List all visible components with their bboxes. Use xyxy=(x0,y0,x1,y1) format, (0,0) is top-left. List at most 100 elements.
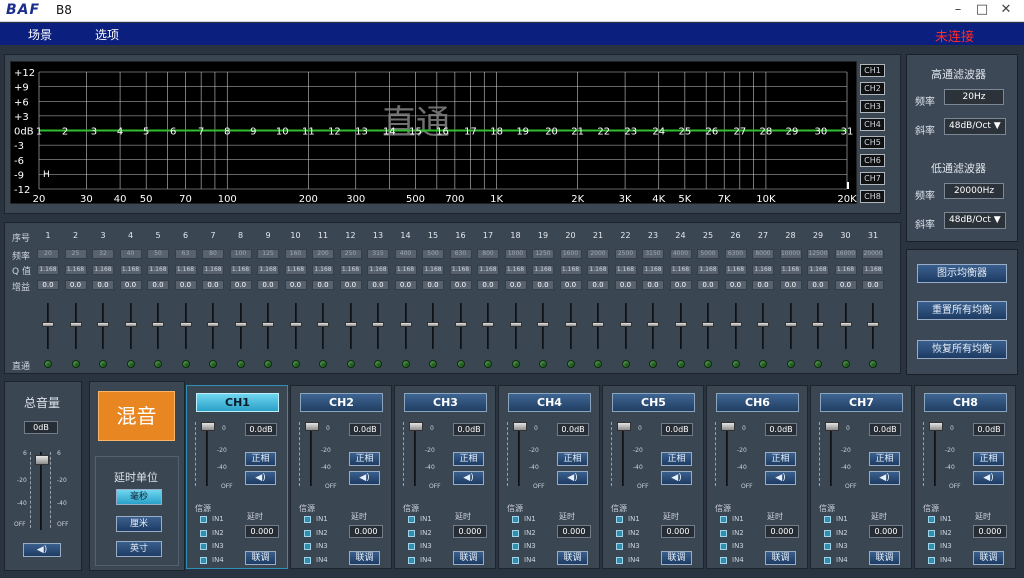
band-gain-field[interactable]: 0.0 xyxy=(532,280,554,290)
band-gain-field[interactable]: 0.0 xyxy=(257,280,279,290)
band-gain-field[interactable]: 0.0 xyxy=(92,280,114,290)
band-freq-field[interactable]: 50 xyxy=(147,249,169,259)
band-freq-field[interactable]: 25 xyxy=(64,249,87,259)
band-bypass-led[interactable] xyxy=(649,360,657,368)
band-q-field[interactable]: 1.168 xyxy=(504,265,527,275)
band-gain-slider-knob[interactable] xyxy=(509,322,522,327)
mix-button[interactable]: 混音 xyxy=(98,391,175,441)
band-bypass-led[interactable] xyxy=(346,360,355,368)
master-volume-knob[interactable] xyxy=(35,455,49,465)
band-gain-field[interactable]: 0.0 xyxy=(64,280,87,290)
band-bypass-led[interactable] xyxy=(429,360,437,368)
band-gain-field[interactable]: 0.0 xyxy=(779,280,802,290)
band-gain-slider-knob[interactable] xyxy=(647,322,659,327)
band-gain-field[interactable]: 0.0 xyxy=(477,280,499,290)
input-checkbox[interactable] xyxy=(616,516,623,523)
band-q-field[interactable]: 1.168 xyxy=(807,265,829,275)
band-freq-field[interactable]: 12500 xyxy=(807,249,829,259)
input-checkbox[interactable] xyxy=(824,529,831,537)
band-freq-field[interactable]: 40 xyxy=(119,249,142,259)
channel-toggle-ch1[interactable]: CH1 xyxy=(860,64,885,77)
input-checkbox[interactable] xyxy=(304,556,311,564)
channel-gain-value[interactable]: 0.0dB xyxy=(557,423,589,436)
channel-gain-value[interactable]: 0.0dB xyxy=(349,423,381,436)
band-freq-field[interactable]: 10000 xyxy=(779,249,802,259)
band-bypass-led[interactable] xyxy=(126,360,135,368)
restore-all-eq-button[interactable]: 恢复所有均衡 xyxy=(917,340,1007,359)
band-gain-field[interactable]: 0.0 xyxy=(559,280,582,290)
band-freq-field[interactable]: 500 xyxy=(422,249,444,259)
channel-toggle-ch6[interactable]: CH6 xyxy=(860,154,885,167)
band-freq-field[interactable]: 80 xyxy=(202,249,224,259)
band-gain-field[interactable]: 0.0 xyxy=(834,280,857,290)
input-checkbox[interactable] xyxy=(928,516,935,523)
channel-toggle-ch8[interactable]: CH8 xyxy=(860,190,885,203)
highpass-slope-select[interactable]: 48dB/Oct ▼ xyxy=(944,118,1006,135)
band-freq-field[interactable]: 16000 xyxy=(834,249,857,259)
band-freq-field[interactable]: 1250 xyxy=(532,249,554,259)
band-gain-slider-knob[interactable] xyxy=(262,322,274,327)
band-freq-field[interactable]: 20000 xyxy=(862,249,884,259)
band-bypass-led[interactable] xyxy=(566,360,575,368)
channel-gain-value[interactable]: 0.0dB xyxy=(245,423,277,436)
band-q-field[interactable]: 1.168 xyxy=(587,265,609,275)
band-q-field[interactable]: 1.168 xyxy=(37,265,59,275)
band-freq-field[interactable]: 3150 xyxy=(642,249,664,259)
band-gain-slider-knob[interactable] xyxy=(702,322,714,327)
band-q-field[interactable]: 1.168 xyxy=(284,265,307,275)
channel-fader-track[interactable] xyxy=(518,422,520,486)
band-q-field[interactable]: 1.168 xyxy=(394,265,417,275)
band-bypass-led[interactable] xyxy=(484,360,492,368)
band-q-field[interactable]: 1.168 xyxy=(779,265,802,275)
band-gain-slider-knob[interactable] xyxy=(454,322,467,327)
band-gain-field[interactable]: 0.0 xyxy=(752,280,774,290)
channel-mute-button[interactable]: ◀) xyxy=(245,471,276,485)
band-q-field[interactable]: 1.168 xyxy=(449,265,472,275)
phase-button[interactable]: 正相 xyxy=(349,452,380,466)
link-button[interactable]: 联调 xyxy=(973,551,1004,565)
band-gain-slider-knob[interactable] xyxy=(592,322,604,327)
band-q-field[interactable]: 1.168 xyxy=(422,265,444,275)
band-gain-slider-knob[interactable] xyxy=(372,322,384,327)
band-freq-field[interactable]: 1600 xyxy=(559,249,582,259)
band-q-field[interactable]: 1.168 xyxy=(119,265,142,275)
phase-button[interactable]: 正相 xyxy=(661,452,692,466)
band-freq-field[interactable]: 6300 xyxy=(724,249,747,259)
delay-value[interactable]: 0.000 xyxy=(245,525,279,538)
band-bypass-led[interactable] xyxy=(71,360,80,368)
channel-name-button[interactable]: CH7 xyxy=(820,393,903,412)
band-bypass-led[interactable] xyxy=(759,360,767,368)
band-gain-field[interactable]: 0.0 xyxy=(614,280,637,290)
band-gain-slider-knob[interactable] xyxy=(839,322,852,327)
band-freq-field[interactable]: 800 xyxy=(477,249,499,259)
band-freq-field[interactable]: 1000 xyxy=(504,249,527,259)
link-button[interactable]: 联调 xyxy=(765,551,796,565)
band-gain-slider-knob[interactable] xyxy=(124,322,137,327)
band-q-field[interactable]: 1.168 xyxy=(697,265,719,275)
channel-gain-value[interactable]: 0.0dB xyxy=(869,423,901,436)
menu-scene[interactable]: 场景 xyxy=(28,26,52,43)
link-button[interactable]: 联调 xyxy=(453,551,484,565)
band-bypass-led[interactable] xyxy=(236,360,245,368)
highpass-freq-input[interactable]: 20Hz xyxy=(944,89,1004,105)
input-checkbox[interactable] xyxy=(720,529,727,537)
band-bypass-led[interactable] xyxy=(704,360,712,368)
band-gain-field[interactable]: 0.0 xyxy=(724,280,747,290)
band-gain-slider-knob[interactable] xyxy=(289,322,302,327)
phase-button[interactable]: 正相 xyxy=(973,452,1004,466)
band-bypass-led[interactable] xyxy=(319,360,327,368)
band-gain-field[interactable]: 0.0 xyxy=(174,280,197,290)
band-gain-field[interactable]: 0.0 xyxy=(394,280,417,290)
channel-fader-track[interactable] xyxy=(206,422,208,486)
channel-name-button[interactable]: CH4 xyxy=(508,393,591,412)
band-gain-slider-knob[interactable] xyxy=(867,322,879,327)
channel-toggle-ch3[interactable]: CH3 xyxy=(860,100,885,113)
band-q-field[interactable]: 1.168 xyxy=(532,265,554,275)
channel-mute-button[interactable]: ◀) xyxy=(765,471,796,485)
band-freq-field[interactable]: 100 xyxy=(229,249,252,259)
input-checkbox[interactable] xyxy=(408,556,415,564)
close-button[interactable]: ✕ xyxy=(994,2,1018,17)
channel-fader-track[interactable] xyxy=(310,422,312,486)
band-bypass-led[interactable] xyxy=(786,360,795,368)
band-freq-field[interactable]: 20 xyxy=(37,249,59,259)
